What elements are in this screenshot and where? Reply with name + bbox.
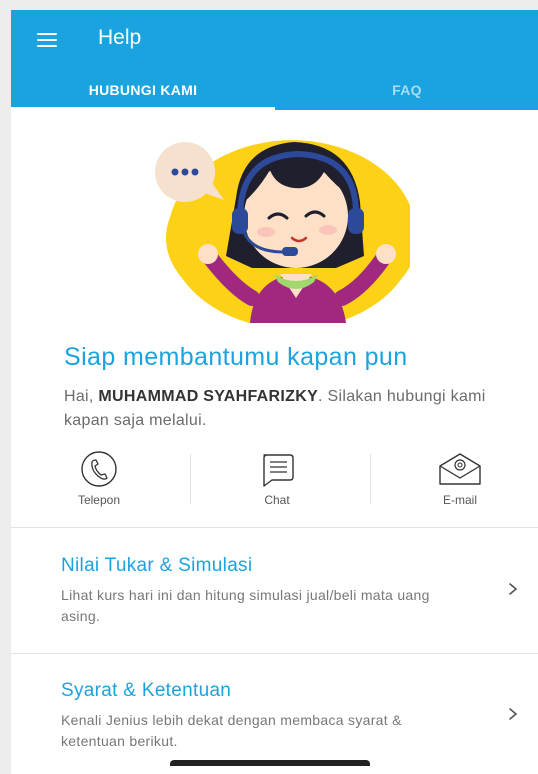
syarat-ketentuan-title: Syarat & Ketentuan (61, 680, 232, 701)
nilai-tukar-description: Lihat kurs hari ini dan hitung simulasi … (61, 587, 430, 624)
active-tab-indicator (11, 107, 275, 110)
hamburger-menu-icon (37, 33, 57, 35)
menu-button[interactable] (37, 22, 73, 58)
divider (190, 454, 191, 504)
section-divider (11, 527, 538, 528)
page-title: Help (98, 26, 142, 49)
contact-telepon-label: Telepon (77, 493, 121, 507)
contact-email-button[interactable]: E-mail (400, 450, 520, 520)
home-indicator (170, 760, 370, 766)
email-icon (439, 453, 481, 485)
help-screen: Help HUBUNGI KAMI FAQ Siap membantumu ka… (11, 10, 538, 774)
chevron-right-icon (509, 583, 518, 595)
chevron-right-icon (509, 708, 518, 720)
divider (370, 454, 371, 504)
app-bar: Help HUBUNGI KAMI FAQ (11, 10, 538, 110)
contact-email-label: E-mail (442, 493, 477, 507)
nilai-tukar-section[interactable]: Nilai Tukar & Simulasi Lihat kurs hari i… (11, 555, 538, 650)
syarat-ketentuan-description: Kenali Jenius lebih dekat dengan membaca… (61, 712, 402, 749)
contact-telepon-button[interactable]: Telepon (39, 450, 159, 520)
headline: Siap membantumu kapan pun (64, 343, 408, 371)
contact-chat-button[interactable]: Chat (217, 450, 337, 520)
greeting-text: Hai, MUHAMMAD SYAHFARIZKY. Silakan hubun… (64, 388, 486, 429)
nilai-tukar-title: Nilai Tukar & Simulasi (61, 555, 253, 576)
tab-faq[interactable]: FAQ (275, 70, 538, 110)
phone-icon (81, 451, 117, 487)
customer-service-agent-illustration (155, 140, 410, 323)
contact-options: Telepon Chat E-mail (11, 450, 538, 520)
chat-icon (263, 454, 294, 487)
user-name: MUHAMMAD SYAHFARIZKY (98, 388, 319, 405)
section-divider (11, 653, 538, 654)
tab-hubungi-kami[interactable]: HUBUNGI KAMI (11, 70, 275, 110)
contact-chat-label: Chat (264, 493, 290, 507)
